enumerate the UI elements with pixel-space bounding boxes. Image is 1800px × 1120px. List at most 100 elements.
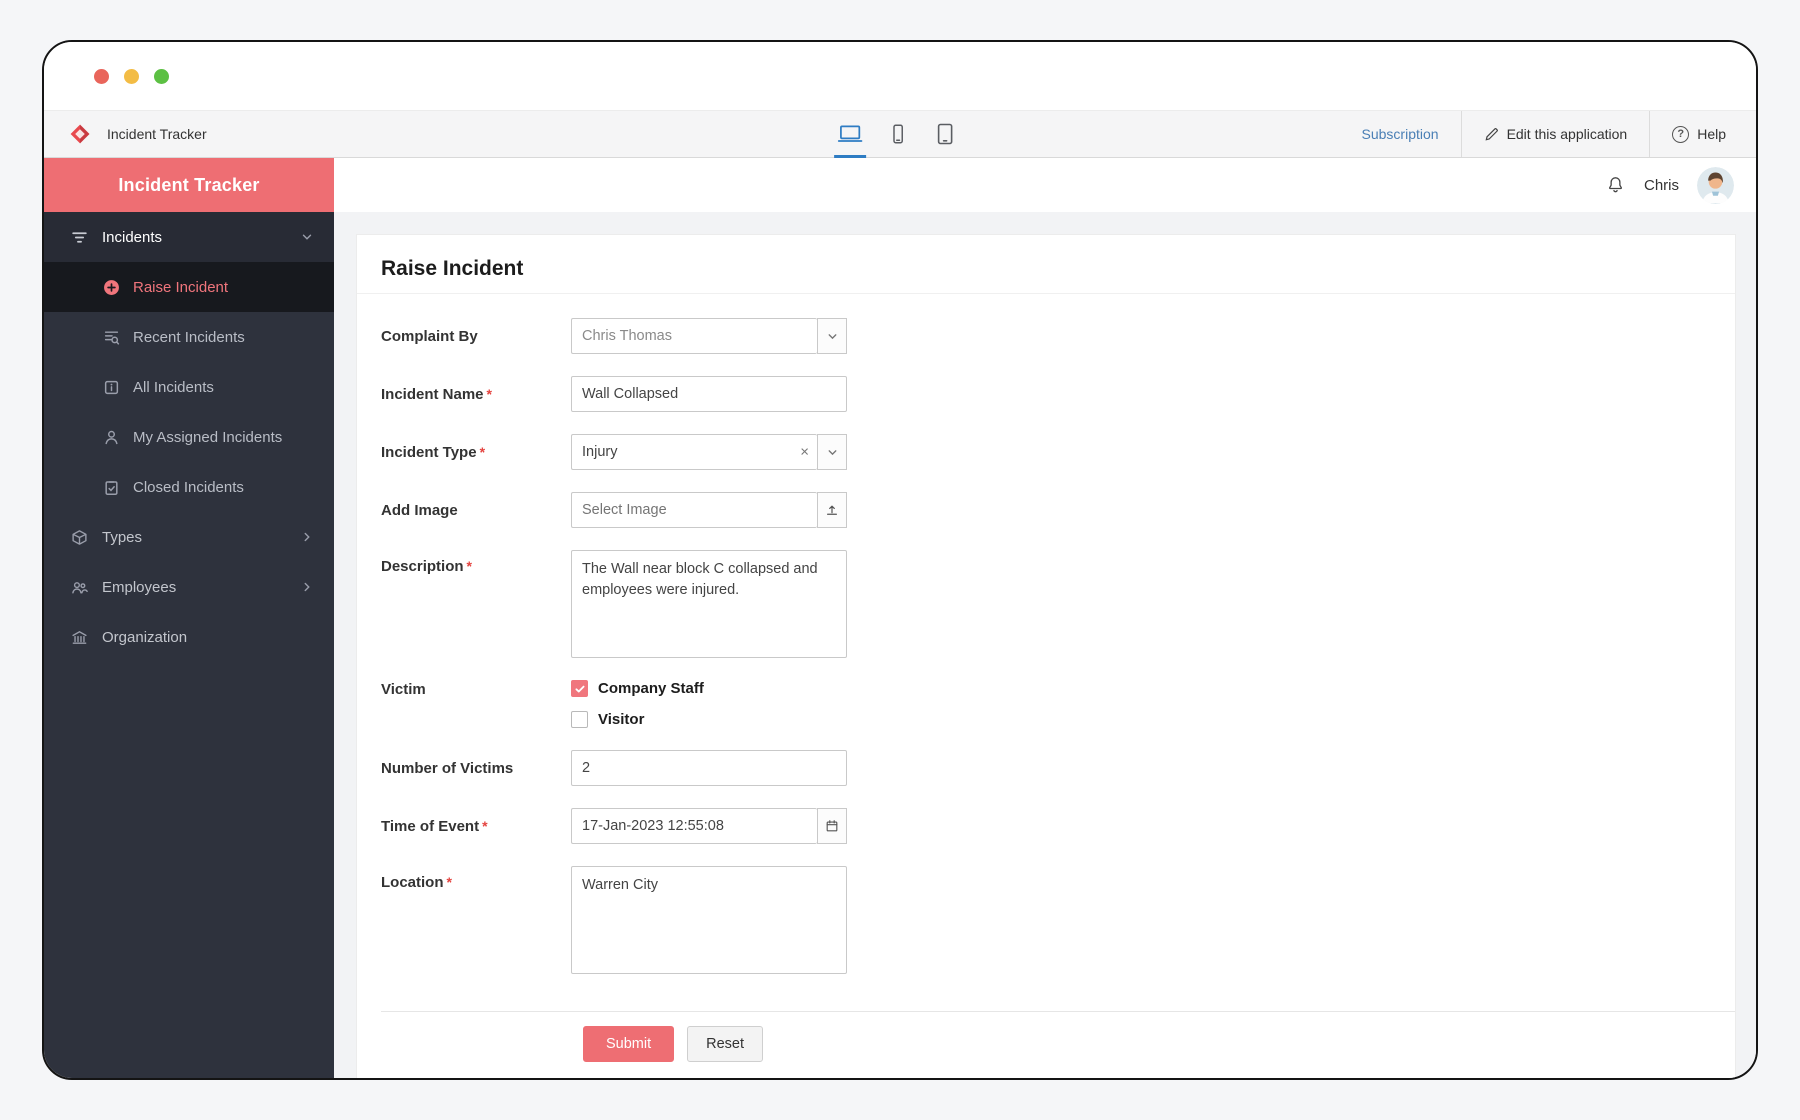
sidebar-item-label: Types (102, 528, 143, 546)
titlebar (44, 42, 1756, 110)
field-add-image: Add Image (381, 492, 1735, 528)
field-label: Complaint By (381, 327, 478, 345)
device-preview-switcher (825, 111, 969, 157)
location-field[interactable]: Warren City (571, 866, 847, 974)
people-icon (70, 579, 88, 596)
sidebar: Incident Tracker Incidents Raise Inciden… (44, 158, 334, 1078)
incident-type-field[interactable] (571, 434, 817, 470)
victim-option-company-staff: Company Staff (571, 680, 704, 697)
required-marker: * (446, 874, 452, 890)
chevron-right-icon (300, 580, 314, 594)
field-label: Incident Name * (381, 385, 492, 403)
field-incident-type: Incident Type* × (381, 434, 1735, 470)
required-marker: * (479, 443, 486, 460)
company-staff-checkbox[interactable] (571, 680, 588, 697)
phone-icon[interactable] (875, 111, 921, 157)
checkbox-label: Visitor (598, 711, 645, 728)
field-label: Add Image (381, 501, 458, 519)
field-description: Description * The Wall near block C colla… (381, 550, 1735, 658)
avatar[interactable] (1697, 166, 1734, 204)
reset-button[interactable]: Reset (687, 1026, 764, 1062)
sidebar-item-label: Recent Incidents (133, 328, 245, 346)
sidebar-item-types[interactable]: Types (44, 512, 334, 562)
notifications-bell-icon[interactable] (1605, 175, 1626, 196)
incident-type-dropdown-button[interactable] (817, 434, 847, 470)
tablet-icon[interactable] (921, 111, 969, 157)
checkbox-label: Company Staff (598, 680, 704, 697)
required-marker: * (486, 385, 492, 402)
field-number-of-victims: Number of Victims (381, 750, 1735, 786)
field-label: Victim (381, 681, 426, 698)
sidebar-item-label: Closed Incidents (133, 478, 244, 496)
cube-icon (70, 529, 88, 546)
description-field[interactable]: The Wall near block C collapsed and empl… (571, 550, 847, 658)
app-toolbar: Incident Tracker Subscription Edit this … (44, 110, 1756, 158)
field-location: Location * Warren City (381, 866, 1735, 974)
field-label: Incident Type * (381, 443, 486, 461)
help-label: Help (1697, 126, 1726, 142)
app-window: Incident Tracker Subscription Edit this … (42, 40, 1758, 1080)
sidebar-item-all-incidents[interactable]: All Incidents (44, 362, 334, 412)
sidebar-item-closed-incidents[interactable]: Closed Incidents (44, 462, 334, 512)
edit-application-label: Edit this application (1506, 126, 1628, 142)
clear-icon[interactable]: × (800, 445, 809, 460)
calendar-icon[interactable] (817, 808, 847, 844)
incident-name-field[interactable] (571, 376, 847, 412)
field-victim: Victim Company Staff Visitor (381, 680, 1735, 728)
field-label: Time of Event * (381, 817, 488, 835)
field-incident-name: Incident Name * (381, 376, 1735, 412)
sidebar-item-incidents[interactable]: Incidents (44, 212, 334, 262)
add-image-field[interactable] (571, 492, 817, 528)
sidebar-app-title: Incident Tracker (44, 158, 334, 212)
close-button[interactable] (94, 68, 109, 84)
sidebar-item-label: Raise Incident (133, 278, 229, 296)
sidebar-item-organization[interactable]: Organization (44, 612, 334, 662)
visitor-checkbox[interactable] (571, 711, 588, 728)
laptop-icon[interactable] (825, 111, 875, 157)
content-header: Chris (334, 158, 1756, 212)
required-marker: * (466, 558, 472, 574)
field-complaint-by: Complaint By (381, 318, 1735, 354)
pencil-icon (1484, 127, 1499, 142)
help-button[interactable]: Help (1649, 111, 1756, 157)
submit-button[interactable]: Submit (583, 1026, 675, 1062)
sidebar-item-label: My Assigned Incidents (133, 428, 283, 446)
minimize-button[interactable] (124, 68, 139, 84)
user-name: Chris (1643, 176, 1679, 194)
edit-application-button[interactable]: Edit this application (1460, 111, 1650, 157)
creator-logo-icon[interactable] (68, 122, 92, 146)
sidebar-item-my-assigned-incidents[interactable]: My Assigned Incidents (44, 412, 334, 462)
sidebar-item-employees[interactable]: Employees (44, 562, 334, 612)
plus-circle-icon (102, 279, 120, 296)
help-icon (1672, 125, 1690, 143)
chevron-down-icon (300, 230, 314, 244)
raise-incident-form-card: Raise Incident Complaint By Chris Thomas… (356, 234, 1736, 1078)
time-of-event-field[interactable] (571, 808, 817, 844)
form-actions: Submit Reset (381, 1011, 1735, 1078)
sidebar-item-label: All Incidents (133, 378, 214, 396)
sidebar-item-label: Incidents (102, 228, 163, 246)
field-label: Description * (381, 558, 472, 575)
sidebar-item-raise-incident[interactable]: Raise Incident (44, 262, 334, 312)
required-marker: * (482, 817, 488, 834)
victim-option-visitor: Visitor (571, 711, 704, 728)
number-of-victims-field[interactable] (571, 750, 847, 786)
field-label: Number of Victims (381, 759, 514, 777)
sidebar-item-label: Organization (102, 628, 188, 646)
complaint-by-field[interactable] (571, 318, 817, 354)
building-icon (70, 629, 88, 646)
sidebar-item-recent-incidents[interactable]: Recent Incidents (44, 312, 334, 362)
filter-icon (70, 229, 88, 246)
toolbar-app-name: Incident Tracker (107, 126, 207, 142)
page-title: Raise Incident (357, 235, 1735, 294)
complaint-by-dropdown-button[interactable] (817, 318, 847, 354)
subscription-link[interactable]: Subscription (1340, 111, 1461, 157)
upload-icon[interactable] (817, 492, 847, 528)
person-icon (102, 429, 120, 446)
sidebar-item-label: Employees (102, 578, 177, 596)
chevron-right-icon (300, 530, 314, 544)
clipboard-icon (102, 479, 120, 496)
recent-incidents-icon (102, 329, 120, 346)
field-time-of-event: Time of Event * (381, 808, 1735, 844)
zoom-button[interactable] (154, 68, 169, 84)
